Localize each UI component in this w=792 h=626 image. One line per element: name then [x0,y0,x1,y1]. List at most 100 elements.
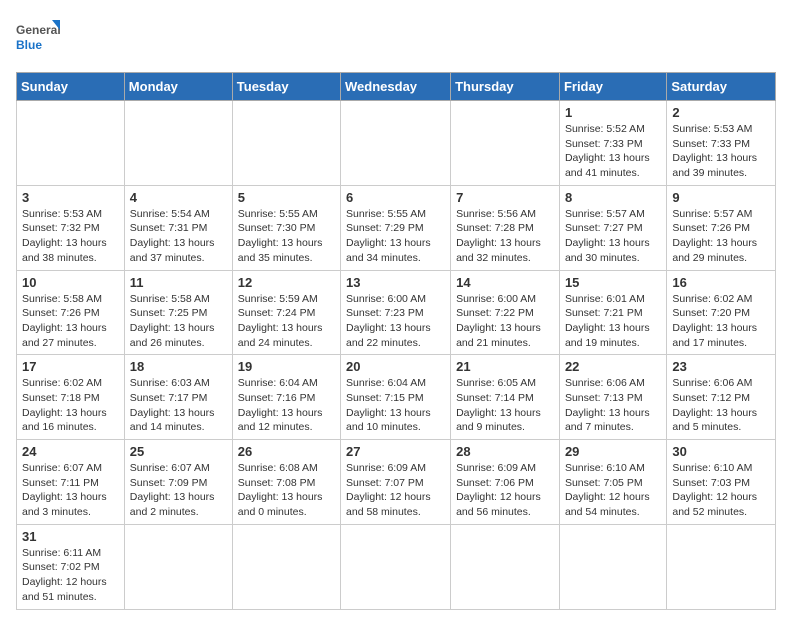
day-info: Sunrise: 6:08 AM Sunset: 7:08 PM Dayligh… [238,461,335,520]
day-info: Sunrise: 5:55 AM Sunset: 7:30 PM Dayligh… [238,207,335,266]
day-info: Sunrise: 6:07 AM Sunset: 7:11 PM Dayligh… [22,461,119,520]
day-info: Sunrise: 6:00 AM Sunset: 7:23 PM Dayligh… [346,292,445,351]
day-number: 14 [456,275,554,290]
day-info: Sunrise: 6:11 AM Sunset: 7:02 PM Dayligh… [22,546,119,605]
day-number: 20 [346,359,445,374]
weekday-header-friday: Friday [559,73,666,101]
calendar-cell [451,524,560,609]
calendar-cell: 18 Sunrise: 6:03 AM Sunset: 7:17 PM Dayli… [124,355,232,440]
weekday-header-wednesday: Wednesday [341,73,451,101]
day-info: Sunrise: 6:02 AM Sunset: 7:20 PM Dayligh… [672,292,770,351]
weekday-header-saturday: Saturday [667,73,776,101]
calendar-cell: 28 Sunrise: 6:09 AM Sunset: 7:06 PM Dayli… [451,440,560,525]
day-info: Sunrise: 5:58 AM Sunset: 7:25 PM Dayligh… [130,292,227,351]
day-info: Sunrise: 6:02 AM Sunset: 7:18 PM Dayligh… [22,376,119,435]
day-number: 25 [130,444,227,459]
calendar-cell [232,524,340,609]
day-info: Sunrise: 6:04 AM Sunset: 7:15 PM Dayligh… [346,376,445,435]
day-number: 5 [238,190,335,205]
page-header: General Blue [16,16,776,60]
calendar-cell: 20 Sunrise: 6:04 AM Sunset: 7:15 PM Dayli… [341,355,451,440]
calendar-cell: 13 Sunrise: 6:00 AM Sunset: 7:23 PM Dayli… [341,270,451,355]
day-number: 18 [130,359,227,374]
calendar-cell: 15Sunrise: 6:01 AM Sunset: 7:21 PM Dayli… [559,270,666,355]
calendar-cell [341,524,451,609]
calendar-cell [559,524,666,609]
day-info: Sunrise: 6:06 AM Sunset: 7:13 PM Dayligh… [565,376,661,435]
day-info: Sunrise: 5:54 AM Sunset: 7:31 PM Dayligh… [130,207,227,266]
calendar-cell: 25 Sunrise: 6:07 AM Sunset: 7:09 PM Dayli… [124,440,232,525]
day-info: Sunrise: 5:52 AM Sunset: 7:33 PM Dayligh… [565,122,661,181]
day-number: 27 [346,444,445,459]
calendar-cell: 17Sunrise: 6:02 AM Sunset: 7:18 PM Dayli… [17,355,125,440]
day-number: 12 [238,275,335,290]
day-number: 3 [22,190,119,205]
calendar-cell: 24 Sunrise: 6:07 AM Sunset: 7:11 PM Dayli… [17,440,125,525]
weekday-header-row: SundayMondayTuesdayWednesdayThursdayFrid… [17,73,776,101]
calendar-cell [451,101,560,186]
calendar-cell: 12 Sunrise: 5:59 AM Sunset: 7:24 PM Dayli… [232,270,340,355]
svg-text:General: General [16,23,60,37]
calendar-cell: 30Sunrise: 6:10 AM Sunset: 7:03 PM Dayli… [667,440,776,525]
day-info: Sunrise: 5:59 AM Sunset: 7:24 PM Dayligh… [238,292,335,351]
day-info: Sunrise: 6:03 AM Sunset: 7:17 PM Dayligh… [130,376,227,435]
calendar-cell: 9 Sunrise: 5:57 AM Sunset: 7:26 PM Daylig… [667,185,776,270]
day-number: 7 [456,190,554,205]
weekday-header-monday: Monday [124,73,232,101]
calendar-cell: 6 Sunrise: 5:55 AM Sunset: 7:29 PM Daylig… [341,185,451,270]
day-number: 29 [565,444,661,459]
calendar-cell: 7Sunrise: 5:56 AM Sunset: 7:28 PM Daylig… [451,185,560,270]
calendar-cell [17,101,125,186]
day-number: 15 [565,275,661,290]
day-number: 11 [130,275,227,290]
week-row-3: 10 Sunrise: 5:58 AM Sunset: 7:26 PM Dayli… [17,270,776,355]
calendar-cell [341,101,451,186]
day-info: Sunrise: 6:09 AM Sunset: 7:07 PM Dayligh… [346,461,445,520]
svg-text:Blue: Blue [16,38,42,52]
calendar-cell: 21 Sunrise: 6:05 AM Sunset: 7:14 PM Dayli… [451,355,560,440]
day-info: Sunrise: 6:10 AM Sunset: 7:03 PM Dayligh… [672,461,770,520]
day-info: Sunrise: 6:09 AM Sunset: 7:06 PM Dayligh… [456,461,554,520]
day-info: Sunrise: 6:07 AM Sunset: 7:09 PM Dayligh… [130,461,227,520]
calendar-cell: 2Sunrise: 5:53 AM Sunset: 7:33 PM Daylig… [667,101,776,186]
week-row-2: 3 Sunrise: 5:53 AM Sunset: 7:32 PM Daylig… [17,185,776,270]
day-info: Sunrise: 5:53 AM Sunset: 7:33 PM Dayligh… [672,122,770,181]
weekday-header-sunday: Sunday [17,73,125,101]
day-number: 1 [565,105,661,120]
calendar-cell [124,524,232,609]
day-number: 24 [22,444,119,459]
week-row-4: 17Sunrise: 6:02 AM Sunset: 7:18 PM Dayli… [17,355,776,440]
day-number: 21 [456,359,554,374]
day-number: 28 [456,444,554,459]
day-info: Sunrise: 6:04 AM Sunset: 7:16 PM Dayligh… [238,376,335,435]
day-number: 6 [346,190,445,205]
calendar-cell: 14 Sunrise: 6:00 AM Sunset: 7:22 PM Dayli… [451,270,560,355]
day-number: 13 [346,275,445,290]
day-info: Sunrise: 6:05 AM Sunset: 7:14 PM Dayligh… [456,376,554,435]
day-info: Sunrise: 5:57 AM Sunset: 7:26 PM Dayligh… [672,207,770,266]
calendar-cell: 3 Sunrise: 5:53 AM Sunset: 7:32 PM Daylig… [17,185,125,270]
day-number: 23 [672,359,770,374]
logo: General Blue [16,16,60,60]
calendar-cell: 26 Sunrise: 6:08 AM Sunset: 7:08 PM Dayli… [232,440,340,525]
day-number: 10 [22,275,119,290]
calendar-table: SundayMondayTuesdayWednesdayThursdayFrid… [16,72,776,610]
calendar-cell: 27 Sunrise: 6:09 AM Sunset: 7:07 PM Dayli… [341,440,451,525]
day-info: Sunrise: 5:53 AM Sunset: 7:32 PM Dayligh… [22,207,119,266]
day-info: Sunrise: 5:55 AM Sunset: 7:29 PM Dayligh… [346,207,445,266]
weekday-header-thursday: Thursday [451,73,560,101]
logo-svg: General Blue [16,16,60,60]
day-info: Sunrise: 5:58 AM Sunset: 7:26 PM Dayligh… [22,292,119,351]
calendar-cell [667,524,776,609]
day-number: 31 [22,529,119,544]
calendar-cell: 11 Sunrise: 5:58 AM Sunset: 7:25 PM Dayli… [124,270,232,355]
day-number: 9 [672,190,770,205]
week-row-6: 31 Sunrise: 6:11 AM Sunset: 7:02 PM Dayli… [17,524,776,609]
calendar-cell: 4Sunrise: 5:54 AM Sunset: 7:31 PM Daylig… [124,185,232,270]
day-number: 22 [565,359,661,374]
day-info: Sunrise: 6:00 AM Sunset: 7:22 PM Dayligh… [456,292,554,351]
calendar-cell: 29Sunrise: 6:10 AM Sunset: 7:05 PM Dayli… [559,440,666,525]
calendar-cell [232,101,340,186]
day-number: 26 [238,444,335,459]
calendar-cell: 8Sunrise: 5:57 AM Sunset: 7:27 PM Daylig… [559,185,666,270]
